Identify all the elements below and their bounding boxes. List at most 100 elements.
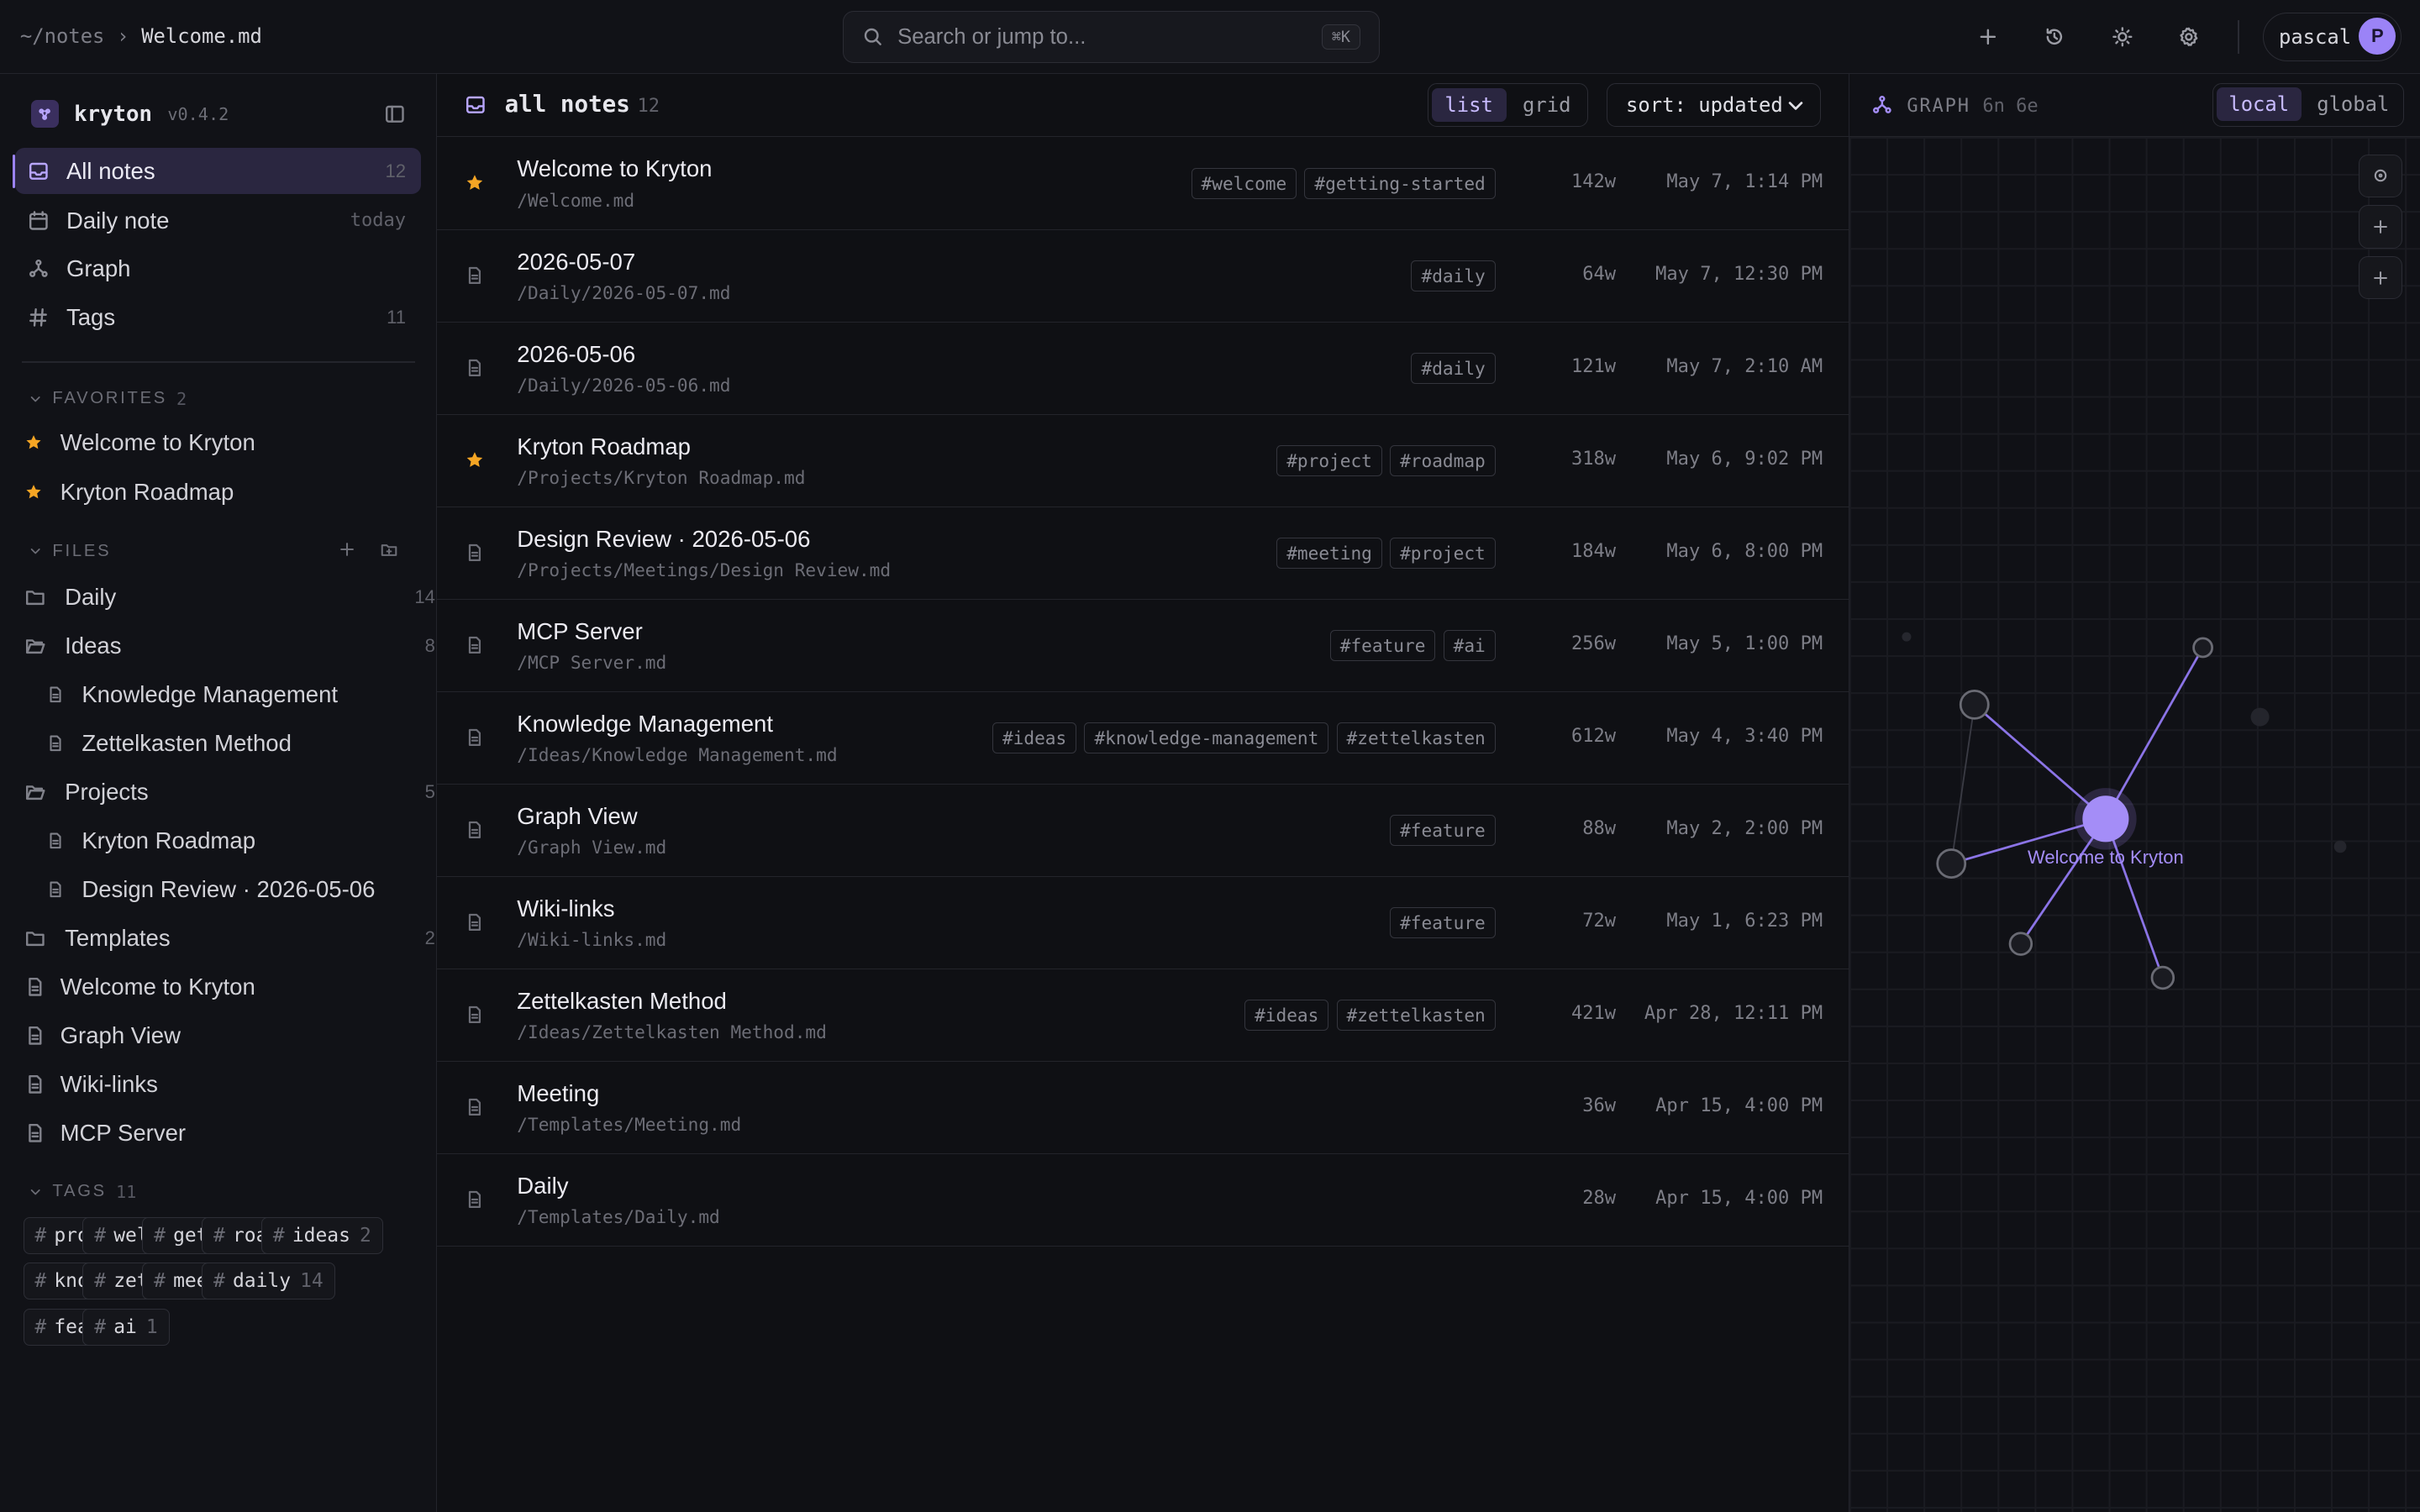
star-icon[interactable] [465, 173, 485, 193]
note-row[interactable]: Wiki-links/Wiki-links.md #feature 72w May 1… [436, 877, 1849, 969]
plus-icon [1980, 29, 1996, 45]
graph-node[interactable] [2192, 637, 2214, 659]
note-row[interactable]: Graph View/Graph View.md #feature 88w May 2… [436, 785, 1849, 877]
history-button[interactable] [2039, 22, 2070, 53]
graph-node[interactable] [1936, 848, 1967, 879]
new-folder-button[interactable] [380, 540, 398, 559]
note-row[interactable]: MCP Server/MCP Server.md #feature #ai 256w M… [436, 600, 1849, 692]
nav-daily-note[interactable]: Daily note today [15, 197, 421, 244]
favorite-item[interactable]: Kryton Roadmap [24, 470, 234, 513]
tag-name: ideas [292, 1225, 350, 1247]
folder-item[interactable]: Projects 5 [24, 770, 435, 813]
note-tags: #ideas #zettelkasten [1244, 1000, 1496, 1032]
note-tag[interactable]: #ai [1443, 630, 1496, 661]
scope-global-button[interactable]: global [2305, 87, 2402, 121]
note-tag[interactable]: #roadmap [1390, 445, 1496, 476]
note-tag[interactable]: #welcome [1191, 168, 1297, 199]
theme-toggle-button[interactable] [2107, 22, 2138, 53]
new-note-button[interactable] [1972, 22, 2003, 53]
graph-svg[interactable]: Welcome to Kryton [1849, 137, 2420, 1511]
note-tag[interactable]: #ideas [992, 722, 1077, 753]
graph-node[interactable] [2008, 932, 2033, 957]
chevron-down-icon [1786, 97, 1805, 115]
note-tag[interactable]: #project [1390, 538, 1496, 569]
user-menu[interactable]: pascal P [2262, 12, 2402, 62]
note-row[interactable]: Design Review · 2026-05-06/Projects/Meet… [436, 507, 1849, 600]
note-row[interactable]: Knowledge Management/Ideas/Knowledge Man… [436, 692, 1849, 785]
tags-section-header[interactable]: TAGS 11 [28, 1182, 136, 1202]
favorites-section-header[interactable]: FAVORITES 2 [28, 389, 187, 409]
file-tree-label: Daily [65, 583, 117, 610]
brand: kryton v0.4.2 [30, 100, 229, 129]
note-tag[interactable]: #ideas [1244, 1000, 1329, 1032]
note-tag[interactable]: #knowledge-management [1084, 722, 1329, 753]
note-word-count: 64w [1582, 263, 1617, 285]
breadcrumb-root[interactable]: ~/notes [20, 24, 105, 48]
view-list-button[interactable]: list [1431, 87, 1507, 123]
note-title: Kryton Roadmap [517, 433, 691, 459]
inbox-icon [465, 94, 487, 116]
note-tag[interactable]: #daily [1411, 260, 1496, 291]
note-tag[interactable]: #feature [1329, 630, 1436, 661]
note-row[interactable]: Kryton Roadmap/Projects/Kryton Roadmap.m… [436, 415, 1849, 507]
search-input[interactable]: Search or jump to... ⌘K [842, 10, 1380, 64]
folder-item[interactable]: Daily 14 [24, 575, 435, 618]
collapse-sidebar-button[interactable] [384, 103, 406, 125]
nav-graph[interactable]: Graph [15, 245, 421, 291]
folder-item[interactable]: Templates 2 [24, 916, 435, 959]
file-item[interactable]: Wiki-links [24, 1063, 158, 1105]
graph-center-node[interactable] [2082, 795, 2129, 843]
sort-label: sort: updated [1626, 92, 1783, 117]
tag-chip[interactable]: # ideas 2 [261, 1217, 383, 1255]
hash-icon: # [154, 1225, 166, 1247]
file-item[interactable]: Welcome to Kryton [24, 965, 255, 1008]
file-item[interactable]: Design Review · 2026-05-06 [46, 868, 375, 911]
graph-zoom-out-button[interactable] [2359, 255, 2402, 300]
nav-tags[interactable]: Tags 11 [15, 295, 421, 341]
note-row[interactable]: Welcome to Kryton/Welcome.md #welcome #get… [436, 137, 1849, 230]
file-item[interactable]: Kryton Roadmap [46, 819, 255, 862]
nav-all-notes[interactable]: All notes 12 [12, 148, 422, 195]
star-icon[interactable] [465, 450, 485, 470]
new-file-button[interactable] [338, 540, 356, 559]
tag-name: daily [232, 1270, 292, 1293]
note-row[interactable]: Meeting/Templates/Meeting.md 36w Apr 15, 4… [436, 1062, 1849, 1154]
note-tag[interactable]: #feature [1390, 815, 1496, 847]
scope-local-button[interactable]: local [2216, 87, 2302, 122]
graph-canvas[interactable]: Welcome to Kryton [1849, 137, 2420, 1512]
note-tag[interactable]: #feature [1390, 907, 1496, 939]
folder-open-icon [24, 781, 46, 803]
view-grid-button[interactable]: grid [1509, 88, 1584, 122]
tag-chip[interactable]: # ai 1 [82, 1308, 170, 1346]
graph-zoom-in-button[interactable] [2359, 205, 2402, 249]
file-item[interactable]: Knowledge Management [46, 673, 338, 716]
note-tag[interactable]: #meeting [1276, 538, 1382, 569]
favorite-item[interactable]: Welcome to Kryton [24, 421, 255, 464]
note-tag[interactable]: #daily [1411, 353, 1496, 384]
nav-count: today [350, 210, 407, 232]
graph-recenter-button[interactable] [2359, 154, 2402, 198]
note-row[interactable]: 2026-05-06/Daily/2026-05-06.md #daily 121w… [436, 322, 1849, 415]
graph-node[interactable] [2150, 966, 2175, 990]
sort-select[interactable]: sort: updated [1606, 83, 1822, 127]
graph-node[interactable] [1960, 690, 1991, 721]
note-title: Graph View [517, 802, 638, 829]
note-row[interactable]: Zettelkasten Method/Ideas/Zettelkasten M… [436, 969, 1849, 1062]
file-item[interactable]: Graph View [24, 1014, 181, 1057]
note-tag[interactable]: #zettelkasten [1336, 1000, 1496, 1032]
tag-chip[interactable]: # daily 14 [202, 1263, 335, 1300]
file-icon [465, 820, 485, 840]
note-tag[interactable]: #zettelkasten [1336, 722, 1496, 753]
folder-icon [24, 927, 46, 949]
note-tag[interactable]: #getting-started [1304, 168, 1496, 199]
note-row[interactable]: 2026-05-07/Daily/2026-05-07.md #daily 64w M… [436, 229, 1849, 323]
folder-item[interactable]: Ideas 8 [24, 624, 435, 667]
note-row[interactable]: Daily/Templates/Daily.md 28w Apr 15, 4:00 … [436, 1154, 1849, 1247]
files-section-header[interactable]: FILES [28, 542, 111, 561]
top-bar: ~/notes › Welcome.md Search or jump to..… [0, 0, 2420, 75]
note-path: /Ideas/Knowledge Management.md [517, 744, 838, 765]
settings-button[interactable] [2173, 22, 2204, 53]
note-tag[interactable]: #project [1276, 445, 1382, 476]
file-item[interactable]: MCP Server [24, 1112, 186, 1155]
file-item[interactable]: Zettelkasten Method [46, 722, 292, 764]
